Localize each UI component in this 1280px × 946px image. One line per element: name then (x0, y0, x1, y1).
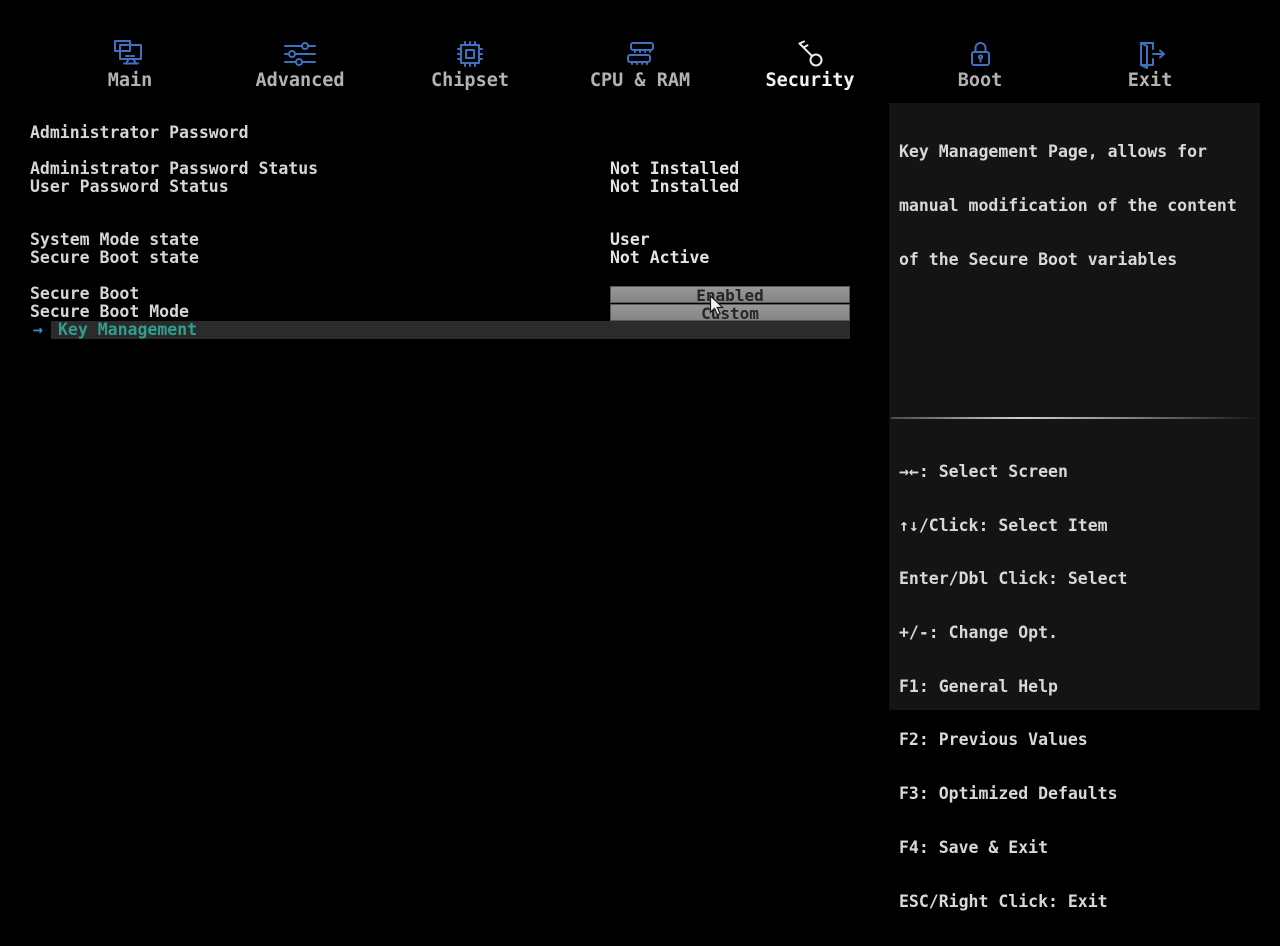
ram-icon (622, 38, 658, 70)
tab-chipset[interactable]: Chipset (385, 38, 555, 94)
help-panel: Key Management Page, allows for manual m… (889, 103, 1260, 710)
tab-security[interactable]: Security (725, 38, 895, 94)
hotkey-line: F1: General Help (899, 678, 1127, 696)
tab-advanced[interactable]: Advanced (215, 38, 385, 94)
admin-password-item[interactable]: Administrator Password (30, 124, 249, 142)
help-desc-line: of the Secure Boot variables (899, 251, 1237, 269)
hotkey-line: F4: Save & Exit (899, 839, 1127, 857)
hotkey-line: F3: Optimized Defaults (899, 785, 1127, 803)
sliders-icon (284, 38, 316, 70)
tab-boot[interactable]: Boot (895, 38, 1065, 94)
mouse-cursor (709, 295, 725, 322)
tab-main[interactable]: Main (45, 38, 215, 94)
hotkey-line: ↑↓/Click: Select Item (899, 517, 1127, 535)
tab-label: Boot (958, 72, 1003, 90)
chip-icon (455, 38, 485, 70)
item-help-description: Key Management Page, allows for manual m… (899, 107, 1237, 305)
hotkey-line: Enter/Dbl Click: Select (899, 570, 1127, 588)
secure-boot-label: Secure Boot (30, 285, 139, 303)
hotkey-legend: →←: Select Screen ↑↓/Click: Select Item … (899, 427, 1127, 946)
help-panel-divider (891, 417, 1258, 419)
exit-door-icon (1133, 38, 1167, 70)
help-desc-line: manual modification of the content (899, 197, 1237, 215)
tab-label: Main (108, 72, 153, 90)
user-password-status-label: User Password Status (30, 178, 229, 196)
tab-exit[interactable]: Exit (1065, 38, 1235, 94)
tab-cpu-ram[interactable]: CPU & RAM (555, 38, 725, 94)
padlock-icon (966, 38, 994, 70)
help-desc-line: Key Management Page, allows for (899, 143, 1237, 161)
system-mode-state-value: User (610, 231, 650, 249)
secure-boot-mode-label: Secure Boot Mode (30, 303, 189, 321)
hotkey-line: ESC/Right Click: Exit (899, 893, 1127, 911)
bios-tab-bar: Main Advanced Chipset (45, 38, 1235, 94)
user-password-status-value: Not Installed (610, 178, 739, 196)
tab-label: Advanced (255, 72, 344, 90)
hotkey-line: F2: Previous Values (899, 731, 1127, 749)
hotkey-line: +/-: Change Opt. (899, 624, 1127, 642)
secure-boot-mode-value-button[interactable]: Custom (610, 304, 850, 321)
tab-label: Exit (1128, 72, 1173, 90)
secure-boot-state-value: Not Active (610, 249, 709, 267)
tab-label: Chipset (431, 72, 509, 90)
system-mode-state-label: System Mode state (30, 231, 199, 249)
admin-password-status-value: Not Installed (610, 160, 739, 178)
key-management-link[interactable]: Key Management (58, 321, 197, 339)
hotkey-line: →←: Select Screen (899, 463, 1127, 481)
tab-label: Security (765, 72, 854, 90)
key-icon (795, 38, 825, 70)
monitor-icon (112, 38, 148, 70)
submenu-arrow-icon: → (33, 321, 43, 339)
secure-boot-value-button[interactable]: Enabled (610, 286, 850, 303)
secure-boot-state-label: Secure Boot state (30, 249, 199, 267)
admin-password-status-label: Administrator Password Status (30, 160, 318, 178)
tab-label: CPU & RAM (590, 72, 690, 90)
